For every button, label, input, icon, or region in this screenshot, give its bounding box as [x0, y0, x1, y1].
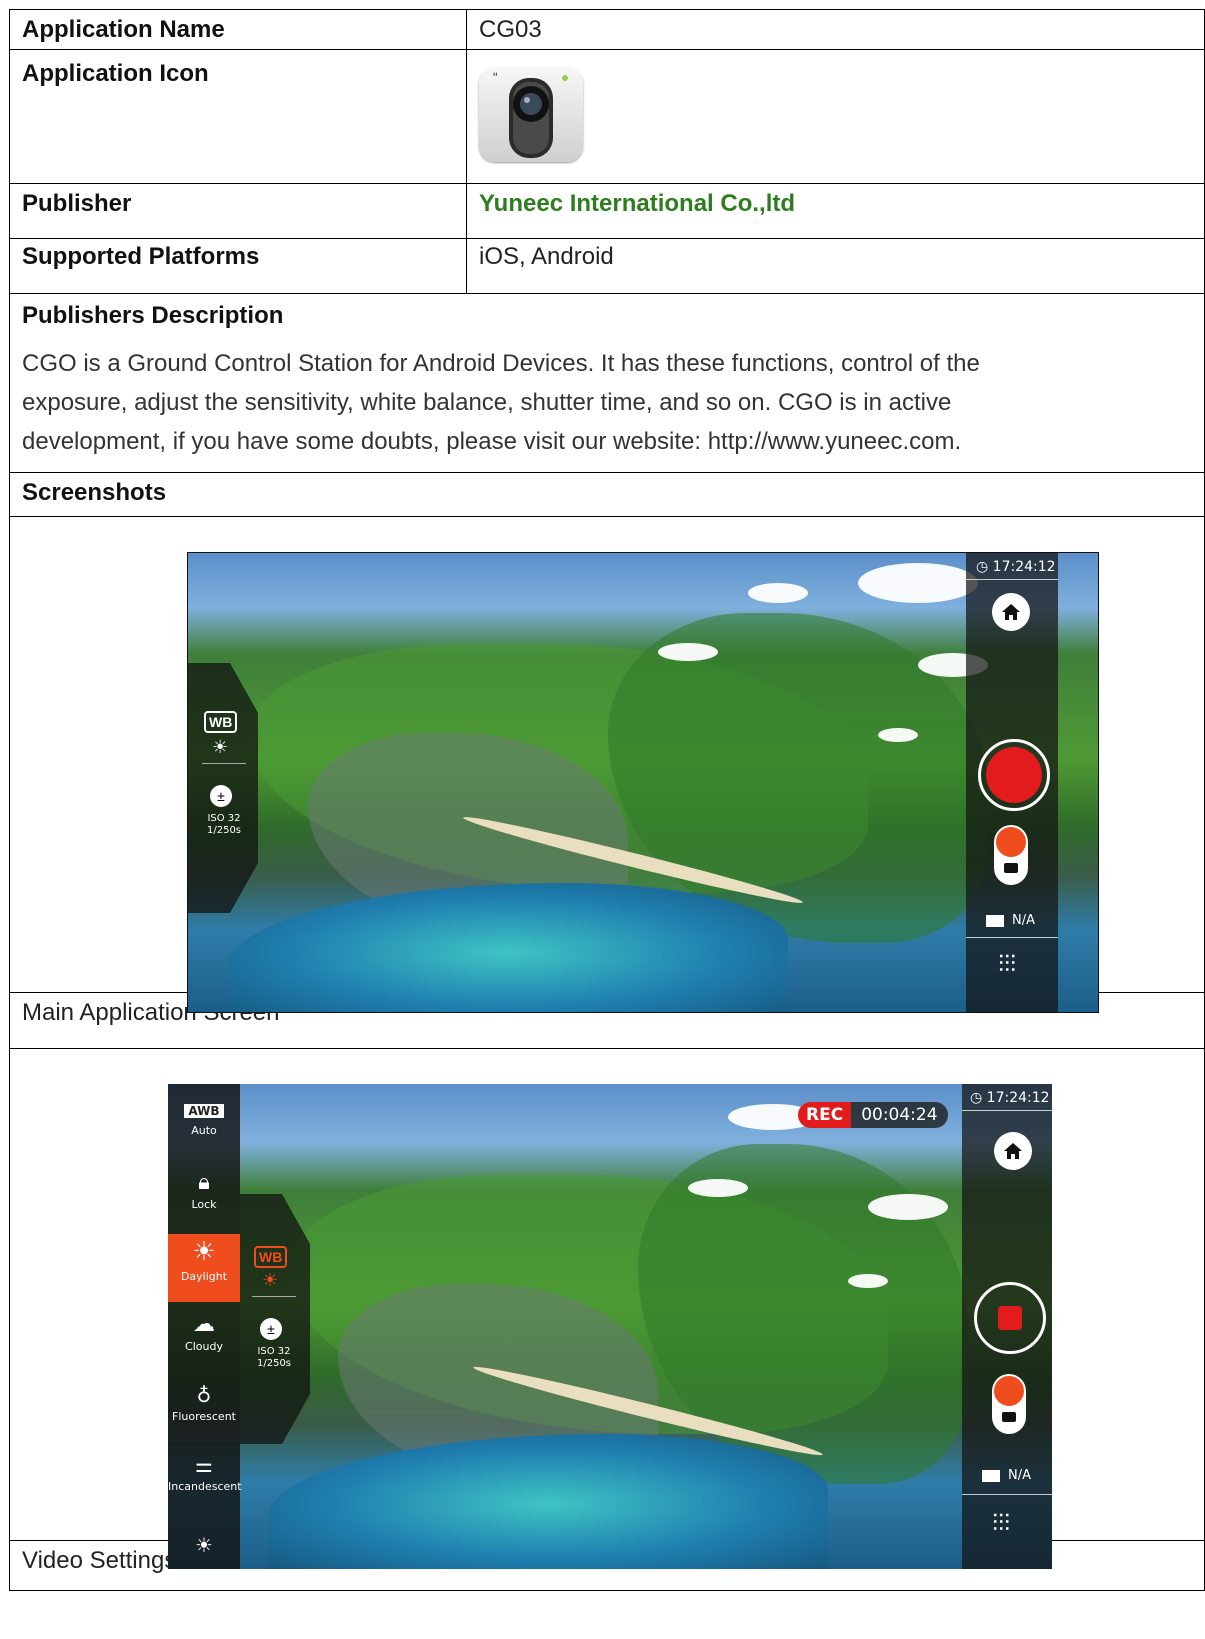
app-icon-label: Application Icon	[9, 49, 467, 184]
wb-option-daylight[interactable]: ☀ Daylight	[168, 1234, 240, 1302]
cloud	[688, 1179, 748, 1197]
wb-option-label: Incandescent	[168, 1480, 242, 1493]
divider	[962, 1110, 1052, 1111]
exposure-panel[interactable]: WB ☀ ± ISO 32 1/250s	[188, 663, 258, 913]
bulb-icon: ♁	[196, 1383, 212, 1407]
wb-option-more[interactable]: ☀	[168, 1530, 240, 1560]
wb-option-cloudy[interactable]: ☁ Cloudy	[168, 1310, 240, 1376]
divider	[962, 1494, 1052, 1495]
photo-camera-icon	[1002, 1412, 1016, 1422]
iso-value: ISO 32	[257, 1346, 291, 1357]
divider	[252, 1296, 296, 1297]
awb-badge: AWB	[184, 1104, 224, 1118]
sun-icon: ☀	[195, 1533, 213, 1557]
home-icon	[1002, 604, 1020, 620]
wb-label: WB	[254, 1246, 288, 1268]
wb-option-lock[interactable]: 🔒︎ Lock	[168, 1168, 240, 1234]
sd-status-value: N/A	[1008, 1468, 1031, 1483]
sd-card-icon	[986, 914, 1004, 927]
platforms-label: Supported Platforms	[9, 238, 467, 294]
camera-control-bar: ◷ 17:24:12 N/A ⫶⫶⫶	[966, 553, 1058, 1012]
home-button[interactable]	[992, 593, 1030, 631]
rec-timer: 00:04:24	[851, 1102, 948, 1128]
svg-text:“: “	[493, 69, 498, 85]
recording-indicator: REC 00:04:24	[798, 1102, 948, 1128]
record-button[interactable]	[978, 739, 1050, 811]
app-name-value: CG03	[466, 9, 1205, 50]
home-button[interactable]	[994, 1132, 1032, 1170]
video-camera-icon	[996, 827, 1026, 857]
clock: ◷ 17:24:12	[970, 1090, 1050, 1106]
wb-option-label: Cloudy	[185, 1340, 223, 1353]
mode-toggle[interactable]	[992, 1374, 1026, 1434]
wb-option-auto[interactable]: AWB Auto	[168, 1098, 240, 1162]
photo-camera-icon	[1004, 863, 1018, 873]
divider	[202, 763, 246, 764]
lock-icon: 🔒︎	[198, 1170, 210, 1195]
sd-status-value: N/A	[1012, 913, 1035, 928]
description-line: development, if you have some doubts, pl…	[22, 428, 962, 455]
exposure-compensation-icon[interactable]: ±	[210, 785, 232, 807]
exposure-compensation-icon[interactable]: ±	[260, 1318, 282, 1340]
sun-icon: ☀	[192, 1237, 216, 1267]
stop-icon	[998, 1306, 1022, 1330]
incandescent-icon: ⚌	[195, 1453, 213, 1477]
description-heading: Publishers Description	[22, 302, 284, 329]
wb-label: WB	[204, 711, 238, 733]
app-name-label: Application Name	[9, 9, 467, 50]
video-settings-screenshot: REC 00:04:24 AWB Auto 🔒︎ Lock ☀ Daylight…	[168, 1084, 1052, 1569]
cloud-icon: ☁	[193, 1312, 215, 1337]
wb-option-incandescent[interactable]: ⚌ Incandescent	[168, 1450, 242, 1516]
cloud	[658, 643, 718, 661]
wb-option-label: Daylight	[180, 1270, 228, 1283]
wb-option-label: Lock	[191, 1198, 217, 1211]
publisher-value-cell: Yuneec International Co.,ltd	[466, 183, 1205, 239]
divider	[966, 579, 1058, 580]
cloud	[868, 1194, 948, 1220]
main-app-screenshot: WB ☀ ± ISO 32 1/250s ◷ 17:24:12 N/A ⫶⫶⫶	[187, 552, 1099, 1013]
mode-toggle[interactable]	[994, 825, 1028, 885]
record-dot-icon	[986, 747, 1042, 803]
cloud	[748, 583, 808, 603]
clock: ◷ 17:24:12	[976, 559, 1056, 575]
settings-sliders-icon[interactable]: ⫶⫶⫶	[992, 1510, 1010, 1538]
sd-card-status: N/A	[986, 913, 1035, 928]
sd-card-icon	[982, 1469, 1000, 1482]
exposure-panel[interactable]: WB ☀ ± ISO 32 1/250s	[240, 1194, 310, 1444]
cloud	[878, 728, 918, 742]
shutter-value: 1/250s	[256, 1358, 292, 1369]
iso-readout: ISO 32 1/250s	[202, 813, 246, 837]
platforms-value: iOS, Android	[466, 238, 1205, 294]
iso-readout: ISO 32 1/250s	[252, 1346, 296, 1370]
sun-icon: ☀	[262, 1270, 279, 1290]
wb-option-fluorescent[interactable]: ♁ Fluorescent	[168, 1380, 240, 1446]
sd-card-status: N/A	[982, 1468, 1031, 1483]
white-balance-menu: AWB Auto 🔒︎ Lock ☀ Daylight ☁ Cloudy ♁ F…	[168, 1084, 242, 1569]
app-icon-cell: “	[466, 49, 1205, 184]
iso-value: ISO 32	[207, 813, 241, 824]
shutter-value: 1/250s	[206, 825, 242, 836]
description-line: CGO is a Ground Control Station for Andr…	[22, 350, 980, 377]
publisher-label: Publisher	[9, 183, 467, 239]
settings-sliders-icon[interactable]: ⫶⫶⫶	[998, 951, 1016, 979]
divider	[966, 937, 1058, 938]
sun-icon: ☀	[212, 737, 229, 757]
stop-recording-button[interactable]	[974, 1282, 1046, 1354]
home-icon	[1004, 1143, 1022, 1159]
wb-option-label: Fluorescent	[172, 1410, 236, 1423]
description-text: CGO is a Ground Control Station for Andr…	[22, 344, 1192, 461]
rec-label: REC	[798, 1102, 852, 1128]
publisher-link[interactable]: Yuneec International Co.,ltd	[479, 190, 795, 217]
description-cell: Publishers Description CGO is a Ground C…	[9, 293, 1205, 473]
description-line: exposure, adjust the sensitivity, white …	[22, 389, 952, 416]
camera-app-icon: “	[479, 68, 583, 162]
camera-control-bar: ◷ 17:24:12 N/A ⫶⫶⫶	[962, 1084, 1052, 1569]
screenshots-heading: Screenshots	[9, 472, 1205, 517]
cloud	[848, 1274, 888, 1288]
video-camera-icon	[994, 1376, 1024, 1406]
cloud	[858, 563, 978, 603]
wb-option-label: Auto	[191, 1124, 217, 1137]
